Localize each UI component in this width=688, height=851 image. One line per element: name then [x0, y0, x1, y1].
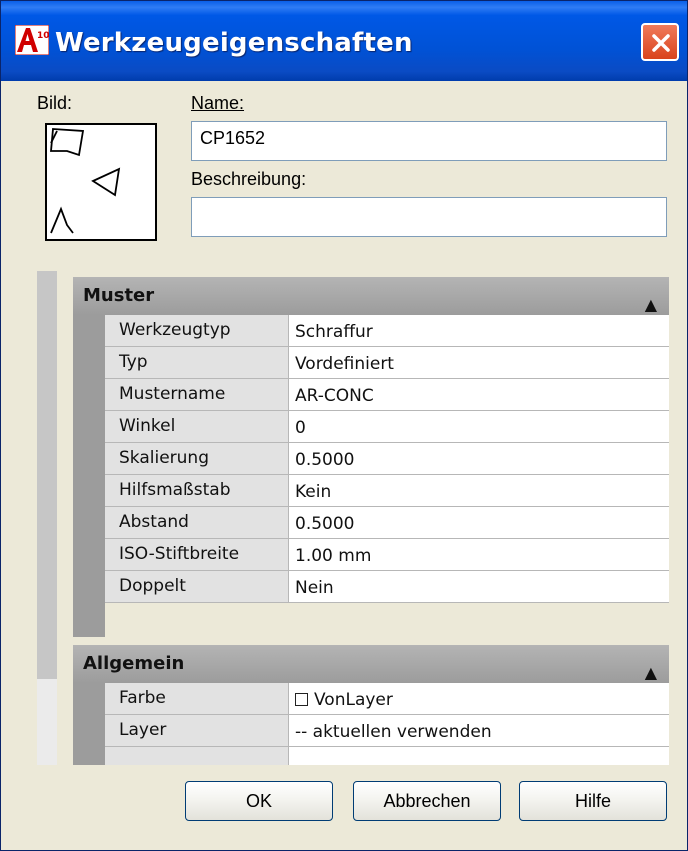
scrollbar-thumb[interactable]	[37, 679, 57, 765]
category-label: Muster	[83, 285, 155, 306]
close-button[interactable]	[641, 23, 679, 61]
property-value[interactable]: Kein	[289, 475, 669, 506]
close-icon	[652, 34, 670, 52]
property-name: Werkzeugtyp	[105, 315, 289, 346]
property-row[interactable]: Hilfsmaßstab Kein	[105, 475, 669, 507]
property-name: Winkel	[105, 411, 289, 442]
property-name: Farbe	[105, 683, 289, 714]
property-name: Skalierung	[105, 443, 289, 474]
property-name: ISO-Stiftbreite	[105, 539, 289, 570]
category-allgemein[interactable]: Allgemein ▲	[73, 645, 669, 683]
property-name: Typ	[105, 347, 289, 378]
beschreibung-label: Beschreibung:	[191, 169, 307, 189]
name-input[interactable]: CP1652	[191, 121, 667, 161]
hatch-preview-image	[45, 123, 157, 241]
properties-grid: Muster ▲ Werkzeugtyp Schraffur Typ Vorde…	[37, 271, 669, 765]
property-row[interactable]: Farbe VonLayer	[105, 683, 669, 715]
category-indent-muster	[73, 315, 105, 637]
category-label: Allgemein	[83, 653, 185, 674]
color-swatch-icon	[295, 693, 308, 706]
property-value[interactable]: 0.5000	[289, 443, 669, 474]
autocad-icon: 10	[15, 25, 49, 55]
property-row[interactable]: Layer -- aktuellen verwenden	[105, 715, 669, 747]
property-name: Hilfsmaßstab	[105, 475, 289, 506]
property-row[interactable]: Winkel 0	[105, 411, 669, 443]
hatch-pattern-graphic	[50, 128, 121, 234]
property-value[interactable]: Schraffur	[289, 315, 669, 346]
help-button[interactable]: Hilfe	[519, 781, 667, 821]
svg-text:10: 10	[37, 31, 49, 41]
property-row-partial[interactable]	[105, 747, 669, 765]
property-value[interactable]: 0	[289, 411, 669, 442]
bild-label: Bild:	[37, 93, 73, 113]
property-name: Abstand	[105, 507, 289, 538]
property-value-text: VonLayer	[314, 690, 393, 710]
property-value[interactable]: AR-CONC	[289, 379, 669, 410]
property-row[interactable]: ISO-Stiftbreite 1.00 mm	[105, 539, 669, 571]
property-value[interactable]: 1.00 mm	[289, 539, 669, 570]
property-value[interactable]	[289, 747, 669, 765]
property-row[interactable]: Abstand 0.5000	[105, 507, 669, 539]
properties-scrollbar[interactable]	[37, 271, 57, 765]
property-row[interactable]: Mustername AR-CONC	[105, 379, 669, 411]
property-name: Mustername	[105, 379, 289, 410]
property-value[interactable]: VonLayer	[289, 683, 669, 714]
property-value[interactable]: 0.5000	[289, 507, 669, 538]
beschreibung-input[interactable]	[191, 197, 667, 237]
property-name: Layer	[105, 715, 289, 746]
property-value[interactable]: Vordefiniert	[289, 347, 669, 378]
property-value[interactable]: -- aktuellen verwenden	[289, 715, 669, 746]
property-row[interactable]: Typ Vordefiniert	[105, 347, 669, 379]
ok-button[interactable]: OK	[185, 781, 333, 821]
name-label: Name:	[191, 93, 245, 113]
property-row[interactable]: Werkzeugtyp Schraffur	[105, 315, 669, 347]
property-row[interactable]: Doppelt Nein	[105, 571, 669, 603]
window-title: Werkzeugeigenschaften	[55, 28, 413, 58]
property-name	[105, 747, 289, 765]
property-row[interactable]: Skalierung 0.5000	[105, 443, 669, 475]
category-indent-allgemein	[73, 683, 105, 765]
property-name: Doppelt	[105, 571, 289, 602]
property-value[interactable]: Nein	[289, 571, 669, 602]
tool-properties-dialog: 10 Werkzeugeigenschaften Bild: Name: CP1…	[0, 0, 688, 851]
cancel-button[interactable]: Abbrechen	[353, 781, 501, 821]
category-muster[interactable]: Muster ▲	[73, 277, 669, 315]
title-bar[interactable]: 10 Werkzeugeigenschaften	[1, 1, 687, 81]
